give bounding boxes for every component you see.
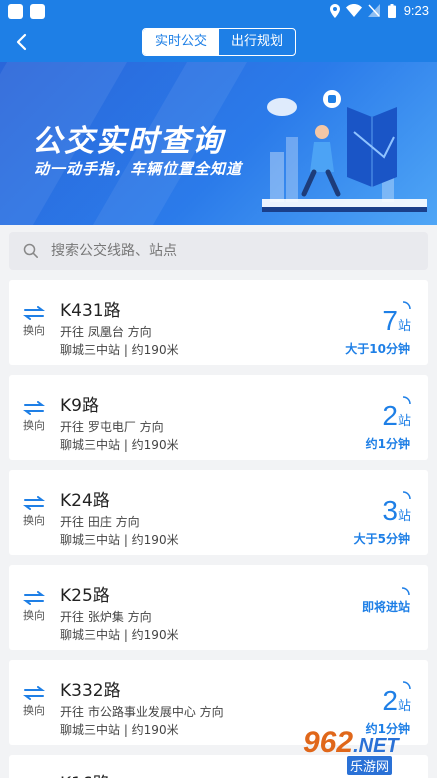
arrival-time: 大于5分钟 [353,532,410,546]
route-stop: 聊城三中站 | 约190米 [60,723,179,737]
back-arrow-icon[interactable] [10,30,34,54]
swap-label: 换向 [23,514,45,527]
banner-subtitle: 动一动手指，车辆位置全知道 [34,160,243,178]
swap-label: 换向 [23,704,45,717]
route-stop: 聊城三中站 | 约190米 [60,533,179,547]
route-direction: 开往 市公路事业发展中心 方向 [60,705,224,719]
arrival-time: 大于10分钟 [345,342,410,356]
swap-direction-button[interactable]: 换向 [21,306,47,338]
swap-label: 换向 [23,324,45,337]
route-stop: 聊城三中站 | 约190米 [60,438,179,452]
nav-bar: 实时公交 出行规划 [0,24,437,62]
tab-trip-planning[interactable]: 出行规划 [219,29,295,55]
route-direction: 开往 凤凰台 方向 [60,325,152,339]
swap-direction-button[interactable]: 换向 [21,496,47,528]
swap-direction-button[interactable]: 换向 [21,686,47,718]
swap-label: 换向 [23,609,45,622]
swap-arrows-icon [23,496,45,510]
tab-realtime-bus[interactable]: 实时公交 [143,29,219,55]
swap-arrows-icon [23,591,45,605]
status-time: 9:23 [403,3,429,18]
realtime-signal-icon [402,396,411,405]
route-name: K332路 [60,681,121,701]
app-header: 9:23 实时公交 出行规划 [0,0,437,62]
route-direction: 开往 张炉集 方向 [60,610,152,624]
route-card[interactable]: 换向 K24路 开往 田庄 方向 聊城三中站 | 约190米 3站 大于5分钟 [9,470,428,555]
swap-arrows-icon [23,686,45,700]
notification-icon [8,4,23,19]
banner-title: 公交实时查询 [32,124,224,159]
route-stop: 聊城三中站 | 约190米 [60,343,179,357]
stops-away: 2站 [382,396,411,432]
route-name: K24路 [60,491,110,511]
search-bar [9,232,428,270]
route-card[interactable]: 换向 K25路 开往 张炉集 方向 聊城三中站 | 约190米 即将进站 [9,565,428,650]
route-direction: 开往 田庄 方向 [60,515,140,529]
route-stop: 聊城三中站 | 约190米 [60,628,179,642]
swap-label: 换向 [23,419,45,432]
swap-direction-button[interactable]: 换向 [21,591,47,623]
swap-direction-button[interactable]: 换向 [21,401,47,433]
wifi-icon [346,4,362,17]
location-icon [330,4,340,18]
route-card[interactable]: 换向 K431路 开往 凤凰台 方向 聊城三中站 | 约190米 7站 大于10… [9,280,428,365]
route-name: K16路 [60,769,110,778]
route-card[interactable]: 换向 K9路 开往 罗屯电厂 方向 聊城三中站 | 约190米 2站 约1分钟 [9,375,428,460]
realtime-signal-icon [401,587,410,596]
site-watermark: 962.NET 乐游网 [303,726,399,775]
realtime-signal-icon [402,681,411,690]
stops-away: 3站 [382,491,411,527]
promo-banner[interactable]: 公交实时查询 动一动手指，车辆位置全知道 [0,62,437,225]
status-bar: 9:23 [0,0,437,24]
route-direction: 开往 罗屯电厂 方向 [60,420,164,434]
arrival-time: 约1分钟 [365,437,410,451]
swap-arrows-icon [23,401,45,415]
signal-icon [368,4,380,17]
route-name: K25路 [60,586,110,606]
search-input[interactable] [51,232,411,270]
route-name: K9路 [60,396,99,416]
stops-away: 2站 [382,681,411,717]
route-name: K431路 [60,301,121,321]
notification-icon [30,4,45,19]
realtime-signal-icon [402,491,411,500]
mode-switch: 实时公交 出行规划 [142,28,296,56]
realtime-signal-icon [402,301,411,310]
arrival-status: 即将进站 [361,600,410,614]
stops-away: 7站 [382,301,411,337]
swap-arrows-icon [23,306,45,320]
battery-icon [388,4,396,18]
map-illustration-icon [262,90,427,212]
search-icon [23,243,38,258]
